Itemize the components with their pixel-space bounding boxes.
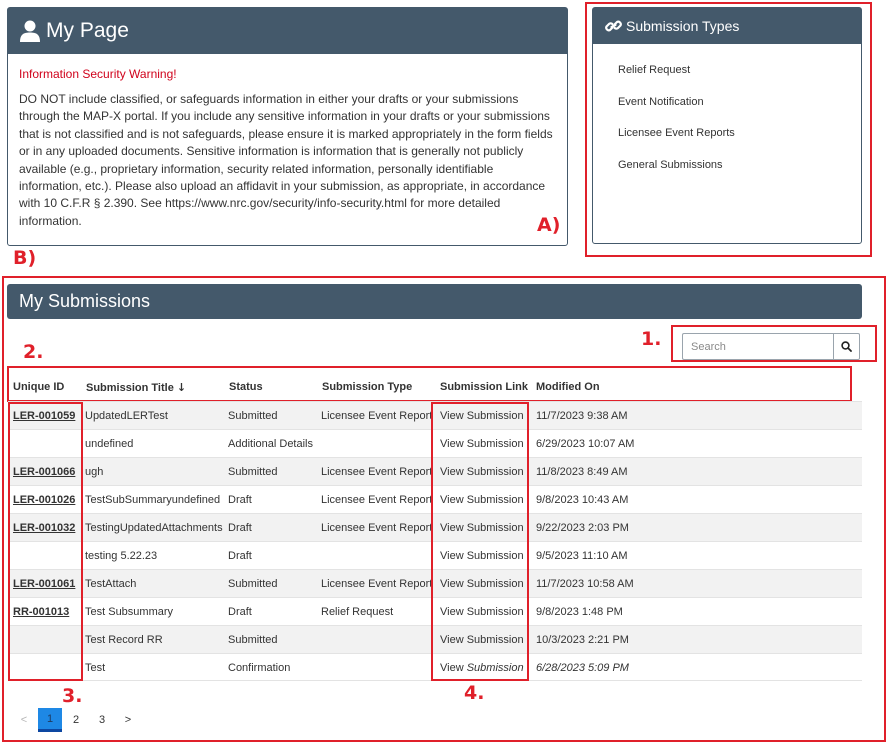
my-page-panel: My Page Information Security Warning! DO… (7, 7, 568, 246)
submission-type-event-notification[interactable]: Event Notification (618, 95, 735, 127)
annotation-1: 1. (641, 328, 662, 350)
pagination-prev-button[interactable]: < (12, 708, 36, 732)
modified-on: 9/5/2023 11:10 AM (536, 550, 628, 562)
search-bar (682, 333, 860, 360)
search-icon (841, 341, 852, 352)
submission-title: ugh (85, 466, 104, 478)
security-warning-text: DO NOT include classified, or safeguards… (19, 92, 553, 228)
my-submissions-header: My Submissions (7, 284, 862, 319)
annotation-a: A) (537, 214, 561, 236)
submission-title: Test (85, 662, 106, 674)
submission-types-panel: Submission Types Relief Request Event No… (592, 7, 862, 244)
pagination-page-3[interactable]: 3 (90, 708, 114, 732)
submission-title: Test Record RR (85, 634, 163, 646)
submission-status: Draft (228, 550, 252, 562)
submission-status: Submitted (228, 634, 278, 646)
my-page-header: My Page (8, 8, 567, 54)
my-page-title: My Page (46, 19, 129, 42)
submission-status: Additional Details (228, 438, 313, 450)
modified-on: 6/28/2023 5:09 PM (536, 662, 629, 674)
security-warning-title: Information Security Warning! (19, 67, 177, 81)
column-header-status[interactable]: Status (229, 381, 263, 393)
annotation-b: B) (13, 247, 37, 269)
submission-status: Draft (228, 606, 252, 618)
submission-status: Submitted (228, 466, 278, 478)
column-header-submission-title[interactable]: Submission Title ↓ (86, 381, 186, 394)
annotation-2: 2. (23, 341, 44, 363)
modified-on: 11/7/2023 10:58 AM (536, 578, 634, 590)
submission-status: Submitted (228, 578, 278, 590)
pagination-page-2[interactable]: 2 (64, 708, 88, 732)
modified-on: 9/22/2023 2:03 PM (536, 522, 629, 534)
user-icon (20, 20, 40, 42)
submission-type: Licensee Event Report (321, 494, 433, 506)
column-header-unique-id[interactable]: Unique ID (13, 381, 64, 393)
submission-title: TestSubSummaryundefined (85, 494, 221, 506)
submission-types-list: Relief Request Event Notification Licens… (618, 63, 735, 189)
modified-on: 6/29/2023 10:07 AM (536, 438, 635, 450)
submission-status: Confirmation (228, 662, 291, 674)
submission-type: Relief Request (321, 606, 394, 618)
submission-type: Licensee Event Report (321, 578, 433, 590)
submission-status: Draft (228, 522, 252, 534)
submission-type: Licensee Event Report (321, 522, 433, 534)
submission-title: testing 5.22.23 (85, 550, 158, 562)
column-header-submission-type[interactable]: Submission Type (322, 381, 412, 393)
submission-type-relief-request[interactable]: Relief Request (618, 63, 735, 95)
submission-status: Draft (228, 494, 252, 506)
column-header-submission-link[interactable]: Submission Link (440, 381, 528, 393)
submission-type: Licensee Event Report (321, 410, 433, 422)
sort-descending-icon: ↓ (176, 381, 187, 394)
pagination-next-button[interactable]: > (116, 708, 140, 732)
submission-type: Licensee Event Report (321, 466, 433, 478)
submission-type-general-submissions[interactable]: General Submissions (618, 158, 735, 190)
column-header-modified-on[interactable]: Modified On (536, 381, 600, 393)
submission-title: UpdatedLERTest (85, 410, 168, 422)
modified-on: 9/8/2023 10:43 AM (536, 494, 629, 506)
modified-on: 10/3/2023 2:21 PM (536, 634, 629, 646)
search-button[interactable] (833, 333, 860, 360)
pagination-page-1[interactable]: 1 (38, 708, 62, 732)
pagination: < 1 2 3 > (12, 708, 142, 732)
submission-type-licensee-event-reports[interactable]: Licensee Event Reports (618, 126, 735, 158)
submission-title: TestingUpdatedAttachments (85, 522, 223, 534)
submission-status: Submitted (228, 410, 278, 422)
my-submissions-title: My Submissions (19, 291, 151, 311)
submission-title: TestAttach (85, 578, 137, 590)
modified-on: 11/8/2023 8:49 AM (536, 466, 628, 478)
search-input[interactable] (682, 333, 833, 360)
submission-title: undefined (85, 438, 134, 450)
annotation-4: 4. (464, 682, 485, 704)
submission-title: Test Subsummary (85, 606, 174, 618)
submission-types-header: Submission Types (593, 8, 861, 44)
annotation-box-3 (8, 402, 83, 681)
column-header-submission-title-label: Submission Title (86, 382, 174, 394)
submission-types-title: Submission Types (626, 18, 740, 34)
modified-on: 9/8/2023 1:48 PM (536, 606, 623, 618)
annotation-box-4 (431, 402, 529, 681)
annotation-3: 3. (62, 685, 83, 707)
modified-on: 11/7/2023 9:38 AM (536, 410, 628, 422)
link-icon (605, 20, 622, 32)
